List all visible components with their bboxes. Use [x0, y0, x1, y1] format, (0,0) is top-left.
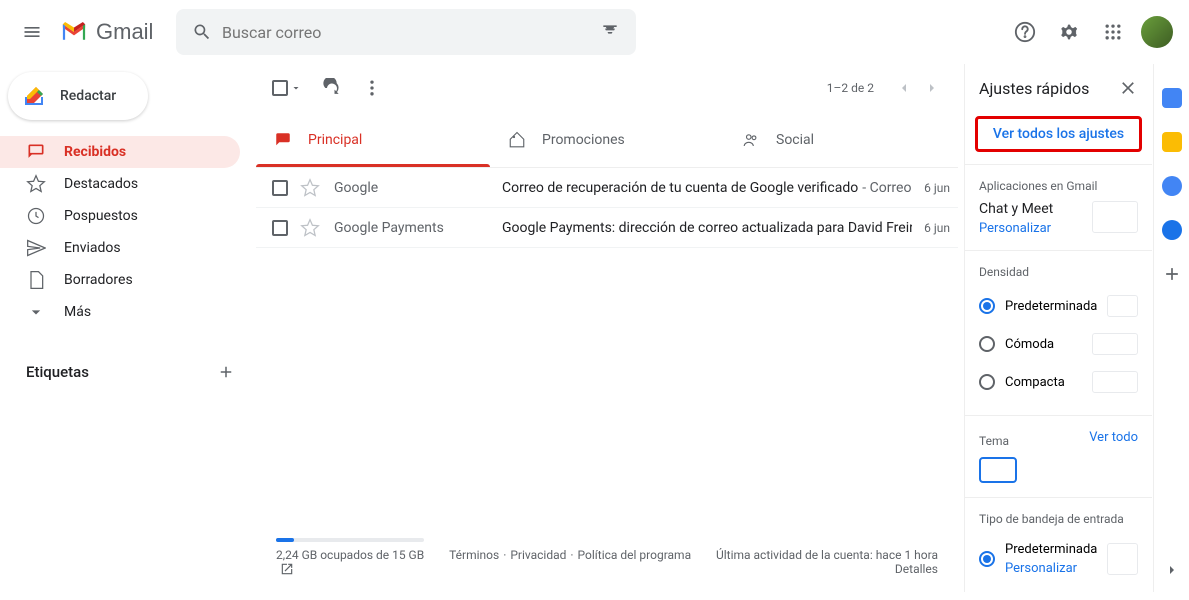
email-checkbox[interactable]: [272, 180, 288, 196]
search-options-icon[interactable]: [590, 12, 630, 52]
search-bar[interactable]: [176, 9, 636, 55]
density-preview: [1092, 333, 1138, 355]
apps-grid-icon[interactable]: [1093, 12, 1133, 52]
tab-primary[interactable]: Principal: [256, 112, 490, 167]
inbox-default[interactable]: Predeterminada Personalizar: [979, 534, 1138, 584]
calendar-icon[interactable]: [1162, 88, 1182, 108]
email-row[interactable]: Google Correo de recuperación de tu cuen…: [256, 168, 958, 208]
email-subject: Google Payments: dirección de correo act…: [502, 220, 912, 236]
sidebar-item-starred[interactable]: Destacados: [0, 168, 240, 200]
refresh-icon[interactable]: [322, 78, 342, 98]
activity-text: Última actividad de la cuenta: hace 1 ho…: [716, 548, 938, 562]
email-checkbox[interactable]: [272, 220, 288, 236]
radio-icon: [979, 551, 995, 567]
radio-icon: [979, 374, 995, 390]
chat-meet-label: Chat y Meet: [979, 201, 1053, 217]
sidebar-item-label: Destacados: [64, 176, 138, 192]
theme-thumbnail[interactable]: [979, 457, 1017, 483]
apps-section-title: Aplicaciones en Gmail: [979, 179, 1138, 193]
tab-promotions[interactable]: Promociones: [490, 112, 724, 167]
tab-social[interactable]: Social: [724, 112, 958, 167]
density-preview: [1107, 295, 1138, 317]
account-avatar[interactable]: [1141, 16, 1173, 48]
close-icon[interactable]: [1118, 78, 1138, 98]
compose-button[interactable]: Redactar: [8, 72, 148, 120]
details-link[interactable]: Detalles: [716, 562, 938, 576]
tab-label: Principal: [308, 132, 362, 148]
keep-icon[interactable]: [1162, 132, 1182, 152]
tab-label: Promociones: [542, 132, 625, 148]
all-settings-button[interactable]: Ver todos los ajustes: [975, 116, 1142, 152]
tab-label: Social: [776, 132, 814, 148]
density-comfortable[interactable]: Cómoda: [979, 325, 1138, 363]
view-all-themes-link[interactable]: Ver todo: [1089, 430, 1138, 445]
star-icon[interactable]: [300, 218, 320, 238]
density-compact[interactable]: Compacta: [979, 363, 1138, 401]
density-preview: [1092, 371, 1138, 393]
show-side-panel-icon[interactable]: [1164, 562, 1180, 578]
terms-link[interactable]: Términos: [449, 548, 499, 576]
email-date: 6 jun: [912, 181, 950, 195]
select-all-checkbox[interactable]: [272, 80, 302, 96]
email-row[interactable]: Google Payments Google Payments: direcci…: [256, 208, 958, 248]
contacts-icon[interactable]: [1162, 220, 1182, 240]
sidebar-item-sent[interactable]: Enviados: [0, 232, 240, 264]
prev-page-button[interactable]: [894, 78, 914, 98]
sidebar-item-more[interactable]: Más: [0, 296, 240, 328]
chat-preview: [1092, 201, 1138, 233]
support-icon[interactable]: [1005, 12, 1045, 52]
email-sender: Google: [334, 180, 502, 196]
page-info: 1–2 de 2: [827, 81, 874, 95]
sidebar-item-label: Enviados: [64, 240, 121, 256]
density-title: Densidad: [979, 265, 1138, 279]
email-subject: Correo de recuperación de tu cuenta de G…: [502, 180, 912, 196]
tasks-icon[interactable]: [1162, 176, 1182, 196]
more-icon[interactable]: [362, 78, 382, 98]
add-label-button[interactable]: [214, 360, 238, 384]
labels-heading: Etiquetas: [26, 363, 89, 381]
inbox-important-first[interactable]: Importantes primero: [979, 584, 1138, 592]
customize-inbox-link[interactable]: Personalizar: [1005, 561, 1097, 576]
search-icon[interactable]: [182, 12, 222, 52]
main-menu-button[interactable]: [8, 8, 56, 56]
settings-title: Ajustes rápidos: [979, 79, 1089, 98]
theme-title: Tema: [979, 434, 1009, 448]
popout-icon[interactable]: [280, 562, 294, 576]
sidebar-item-label: Borradores: [64, 272, 133, 288]
inbox-type-title: Tipo de bandeja de entrada: [979, 512, 1138, 526]
search-input[interactable]: [222, 23, 590, 42]
sidebar-item-inbox[interactable]: Recibidos: [0, 136, 240, 168]
gmail-logo[interactable]: Gmail: [56, 19, 166, 45]
sidebar-item-snoozed[interactable]: Pospuestos: [0, 200, 240, 232]
radio-icon: [979, 336, 995, 352]
star-icon[interactable]: [300, 178, 320, 198]
inbox-preview: [1107, 543, 1138, 575]
compose-label: Redactar: [60, 88, 116, 104]
add-addon-icon[interactable]: [1162, 264, 1182, 284]
sidebar-item-label: Más: [64, 304, 91, 320]
next-page-button[interactable]: [922, 78, 942, 98]
sidebar-item-drafts[interactable]: Borradores: [0, 264, 240, 296]
email-date: 6 jun: [912, 221, 950, 235]
customize-chat-link[interactable]: Personalizar: [979, 221, 1053, 236]
radio-icon: [979, 298, 995, 314]
density-default[interactable]: Predeterminada: [979, 287, 1138, 325]
sidebar-item-label: Pospuestos: [64, 208, 138, 224]
storage-text: 2,24 GB ocupados de 15 GB: [276, 548, 424, 562]
gmail-text: Gmail: [96, 19, 153, 45]
storage-bar: [276, 538, 424, 542]
email-sender: Google Payments: [334, 220, 502, 236]
gear-icon[interactable]: [1049, 12, 1089, 52]
sidebar-item-label: Recibidos: [64, 144, 126, 160]
privacy-link[interactable]: Privacidad: [510, 548, 566, 576]
program-link[interactable]: Política del programa: [578, 548, 692, 576]
